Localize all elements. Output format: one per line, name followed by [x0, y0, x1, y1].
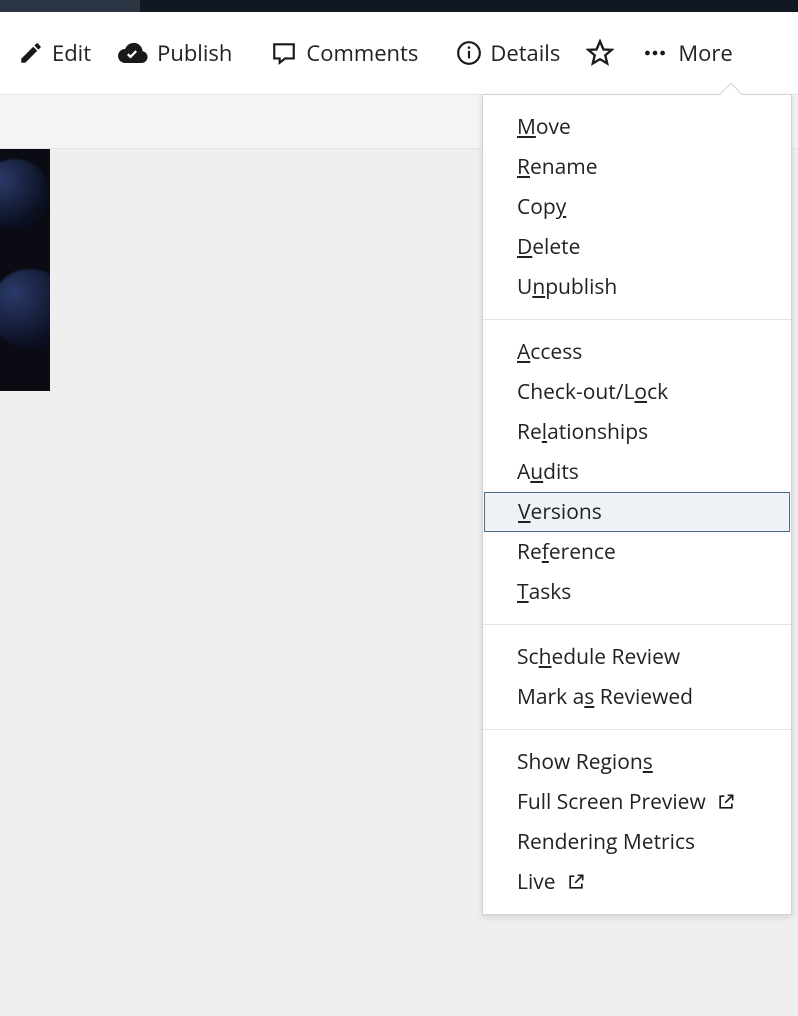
info-icon: [456, 40, 482, 66]
menu-unpublish[interactable]: Unpublish: [483, 267, 791, 307]
cloud-check-icon: [117, 40, 149, 66]
details-button[interactable]: Details: [446, 30, 570, 76]
menu-rendering-metrics[interactable]: Rendering Metrics: [483, 822, 791, 862]
menu-item-label: Copy: [517, 193, 566, 221]
edit-label: Edit: [52, 38, 91, 68]
menu-audits[interactable]: Audits: [483, 452, 791, 492]
menu-mark-reviewed[interactable]: Mark as Reviewed: [483, 677, 791, 717]
menu-live[interactable]: Live: [483, 862, 791, 902]
more-button[interactable]: More: [630, 30, 742, 76]
favorite-button[interactable]: [576, 31, 624, 75]
menu-full-screen-preview[interactable]: Full Screen Preview: [483, 782, 791, 822]
external-link-icon: [716, 792, 736, 812]
menu-group: Show Regions Full Screen Preview Rendering…: [483, 730, 791, 914]
publish-button[interactable]: Publish: [107, 30, 242, 76]
menu-group: Schedule Review Mark as Reviewed: [483, 625, 791, 729]
dots-horizontal-icon: [640, 40, 670, 66]
menu-checkout-lock[interactable]: Check-out/Lock: [483, 372, 791, 412]
menu-item-label: Versions: [518, 498, 602, 526]
menu-group: Move Rename Copy Delete Unpublish: [483, 95, 791, 319]
edit-button[interactable]: Edit: [8, 30, 101, 76]
menu-access[interactable]: Access: [483, 332, 791, 372]
comments-label: Comments: [306, 38, 418, 68]
menu-show-regions[interactable]: Show Regions: [483, 742, 791, 782]
publish-label: Publish: [157, 38, 232, 68]
menu-schedule-review[interactable]: Schedule Review: [483, 637, 791, 677]
menu-item-label: Mark as Reviewed: [517, 683, 693, 711]
menu-item-label: Access: [517, 338, 582, 366]
more-menu: Move Rename Copy Delete Unpublish Access Check…: [482, 94, 792, 915]
page-toolbar: Edit Publish Comments Details More: [0, 12, 798, 94]
menu-rename[interactable]: Rename: [483, 147, 791, 187]
menu-delete[interactable]: Delete: [483, 227, 791, 267]
menu-item-label: Relationships: [517, 418, 648, 446]
menu-item-label: Audits: [517, 458, 579, 486]
menu-item-label: Rendering Metrics: [517, 828, 695, 856]
menu-item-label: Unpublish: [517, 273, 617, 301]
pencil-icon: [18, 40, 44, 66]
menu-versions[interactable]: Versions: [484, 492, 790, 532]
comment-icon: [270, 40, 298, 66]
menu-item-label: Check-out/Lock: [517, 378, 668, 406]
more-label: More: [678, 38, 732, 68]
menu-item-label: Schedule Review: [517, 643, 680, 671]
menu-reference[interactable]: Reference: [483, 532, 791, 572]
menu-item-label: Show Regions: [517, 748, 653, 776]
menu-item-label: Live: [517, 868, 556, 896]
menu-item-label: Reference: [517, 538, 616, 566]
menu-item-label: Tasks: [517, 578, 571, 606]
window-top-strip: [0, 0, 798, 12]
menu-relationships[interactable]: Relationships: [483, 412, 791, 452]
menu-tasks[interactable]: Tasks: [483, 572, 791, 612]
star-icon: [586, 39, 614, 67]
menu-group: Access Check-out/Lock Relationships Audits V…: [483, 320, 791, 624]
window-top-strip-inner: [0, 0, 140, 12]
menu-item-label: Rename: [517, 153, 598, 181]
menu-move[interactable]: Move: [483, 107, 791, 147]
menu-item-label: Move: [517, 113, 571, 141]
menu-item-label: Delete: [517, 233, 580, 261]
external-link-icon: [566, 872, 586, 892]
comments-button[interactable]: Comments: [260, 30, 428, 76]
menu-copy[interactable]: Copy: [483, 187, 791, 227]
content-image-fragment: [0, 149, 50, 391]
details-label: Details: [490, 38, 560, 68]
menu-item-label: Full Screen Preview: [517, 788, 706, 816]
